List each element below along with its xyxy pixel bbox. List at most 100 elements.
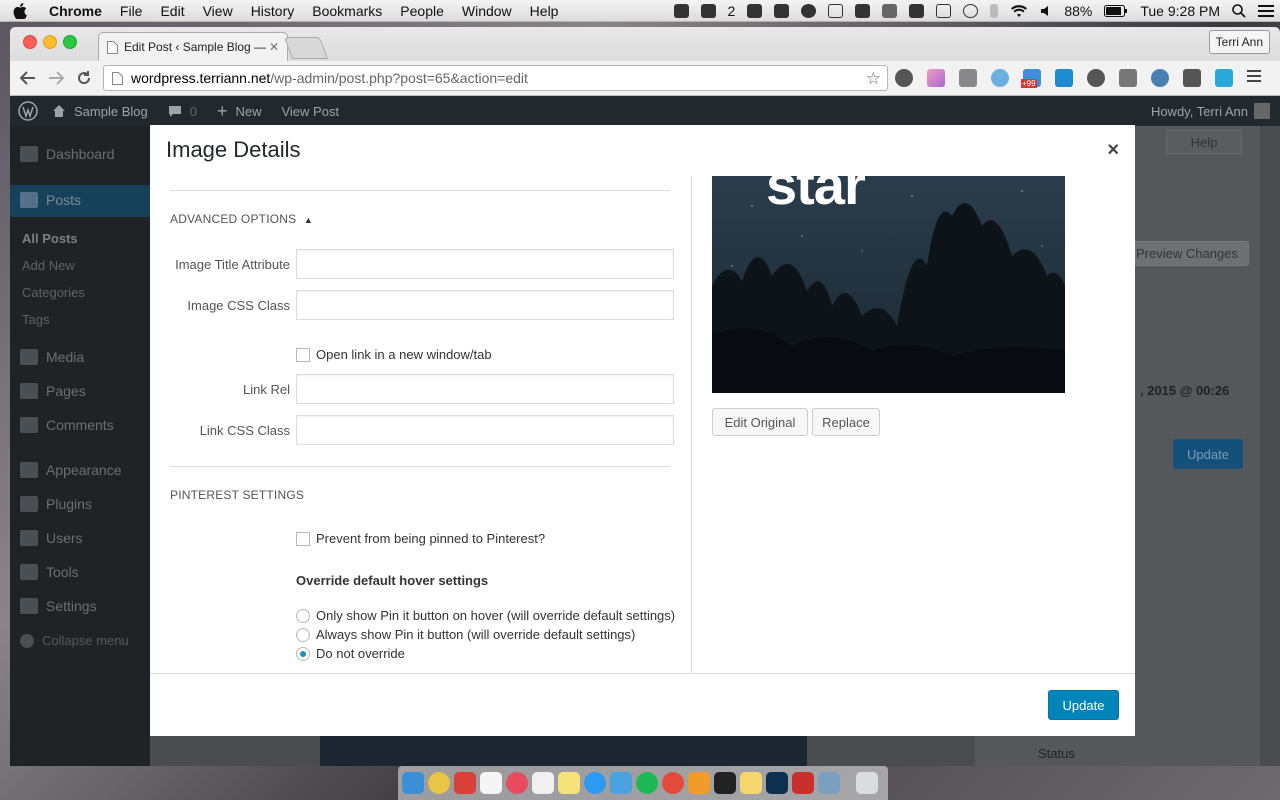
new-tab-button[interactable] [283, 37, 329, 59]
radio-button-selected[interactable] [296, 646, 310, 661]
drive-icon[interactable] [747, 4, 763, 18]
circle-extension-icon[interactable] [991, 69, 1009, 87]
chrome-icon[interactable] [662, 772, 684, 794]
menu-window[interactable]: Window [453, 3, 521, 19]
itunes-icon[interactable] [506, 772, 528, 794]
close-icon[interactable]: × [1107, 139, 1119, 162]
apple-menu-icon[interactable] [0, 2, 40, 19]
app-menu-chrome[interactable]: Chrome [40, 3, 111, 19]
sidebar-sub-all-posts[interactable]: All Posts [22, 231, 78, 246]
sidebar-item-media[interactable]: Media [20, 349, 84, 365]
settings-gear-icon[interactable] [895, 69, 913, 87]
notes-icon[interactable] [558, 772, 580, 794]
image-capture-icon[interactable] [818, 772, 840, 794]
sidebar-item-appearance[interactable]: Appearance [20, 462, 122, 478]
plus-icon[interactable]: + [217, 101, 228, 122]
time-machine-icon[interactable] [963, 4, 979, 18]
tab-close-icon[interactable]: ✕ [269, 40, 279, 54]
prevent-pin-option[interactable]: Prevent from being pinned to Pinterest? [296, 531, 545, 546]
close-window-button[interactable] [23, 35, 37, 49]
trash-icon[interactable] [856, 772, 878, 794]
feedly-icon[interactable] [959, 69, 977, 87]
view-post-link[interactable]: View Post [281, 104, 339, 119]
battery-icon[interactable] [1104, 5, 1128, 17]
globe-icon[interactable] [1151, 69, 1169, 87]
bookmark-app-icon[interactable] [454, 772, 476, 794]
minimize-window-button[interactable] [43, 35, 57, 49]
new-content-link[interactable]: New [235, 104, 261, 119]
link-css-class-input[interactable] [296, 415, 674, 445]
menu-history[interactable]: History [242, 3, 304, 19]
reminders-icon[interactable] [532, 772, 554, 794]
comment-bubble-icon[interactable] [168, 105, 182, 118]
collapse-menu[interactable]: Collapse menu [20, 633, 129, 648]
volume-icon[interactable] [1040, 5, 1052, 17]
app-store-icon[interactable] [584, 772, 606, 794]
menu-file[interactable]: File [111, 3, 152, 19]
sidebar-item-pages[interactable]: Pages [20, 383, 86, 399]
plus-extension-icon[interactable]: +99 [1021, 69, 1041, 88]
browser-tab[interactable]: Edit Post ‹ Sample Blog — ✕ [98, 32, 288, 61]
photos-icon[interactable] [428, 772, 450, 794]
notification-bell-icon[interactable] [909, 4, 925, 18]
xcode-icon[interactable] [610, 772, 632, 794]
sidebar-item-tools[interactable]: Tools [20, 564, 79, 580]
bookmark-star-icon[interactable]: ☆ [866, 69, 881, 89]
sidebar-item-comments[interactable]: Comments [20, 417, 114, 433]
prevent-pin-checkbox[interactable] [296, 531, 310, 546]
sidebar-sub-categories[interactable]: Categories [22, 285, 85, 300]
hover-option-on-hover[interactable]: Only show Pin it button on hover (will o… [296, 608, 675, 623]
home-icon[interactable] [52, 104, 66, 118]
finder-icon[interactable] [402, 772, 424, 794]
clock[interactable]: Tue 9:28 PM [1140, 3, 1220, 19]
terminal-icon[interactable] [714, 772, 736, 794]
wordpress-logo-icon[interactable] [18, 101, 38, 121]
airplay-icon[interactable] [936, 4, 952, 18]
acrobat-icon[interactable] [792, 772, 814, 794]
bluetooth-icon[interactable] [990, 4, 999, 18]
image-title-attr-input[interactable] [296, 249, 674, 279]
spotlight-search-icon[interactable] [1232, 4, 1246, 18]
sidebar-sub-tags[interactable]: Tags [22, 312, 49, 327]
image-settings-panel[interactable]: ADVANCED OPTIONS ▲ Image Title Attribute… [150, 176, 692, 673]
menu-view[interactable]: View [194, 3, 242, 19]
comments-count[interactable]: 0 [190, 104, 197, 119]
user-menu[interactable]: Howdy, Terri Ann [1151, 96, 1270, 126]
menu-help[interactable]: Help [521, 3, 568, 19]
advanced-options-toggle[interactable]: ADVANCED OPTIONS ▲ [170, 212, 313, 226]
site-name-link[interactable]: Sample Blog [74, 104, 148, 119]
open-new-window-option[interactable]: Open link in a new window/tab [296, 347, 492, 362]
wifi-icon[interactable] [1010, 4, 1028, 18]
replace-button[interactable]: Replace [812, 408, 880, 436]
reload-icon[interactable] [70, 70, 98, 86]
radio-button[interactable] [296, 608, 310, 623]
chrome-menu-icon[interactable] [1247, 69, 1265, 87]
hover-option-always[interactable]: Always show Pin it button (will override… [296, 627, 635, 642]
menu-bookmarks[interactable]: Bookmarks [303, 3, 391, 19]
profile-button[interactable]: Terri Ann [1208, 30, 1270, 54]
menu-people[interactable]: People [391, 3, 453, 19]
sublime-icon[interactable] [688, 772, 710, 794]
link-rel-input[interactable] [296, 374, 674, 404]
spotify-icon[interactable] [636, 772, 658, 794]
open-new-window-checkbox[interactable] [296, 347, 310, 362]
sidebar-item-plugins[interactable]: Plugins [20, 496, 92, 512]
edit-original-button[interactable]: Edit Original [712, 408, 808, 436]
onepassword-extension-icon[interactable] [1087, 69, 1105, 87]
sidebar-item-dashboard[interactable]: Dashboard [20, 146, 115, 162]
amazon-extension-icon[interactable] [1215, 69, 1233, 87]
hover-option-do-not-override[interactable]: Do not override [296, 646, 405, 661]
update-button[interactable]: Update [1048, 690, 1119, 720]
rss-icon[interactable] [882, 4, 898, 18]
zoom-window-button[interactable] [63, 35, 77, 49]
forward-arrow-icon[interactable] [42, 71, 70, 85]
app-tray-icon[interactable] [855, 4, 871, 18]
menu-edit[interactable]: Edit [151, 3, 193, 19]
download-arrow-icon[interactable] [1055, 69, 1073, 87]
sidebar-sub-add-new[interactable]: Add New [22, 258, 75, 273]
back-arrow-icon[interactable] [14, 71, 42, 85]
image-css-class-input[interactable] [296, 290, 674, 320]
notification-center-icon[interactable] [1258, 5, 1274, 17]
calendar-icon[interactable] [480, 772, 502, 794]
evernote-icon[interactable] [774, 4, 790, 18]
